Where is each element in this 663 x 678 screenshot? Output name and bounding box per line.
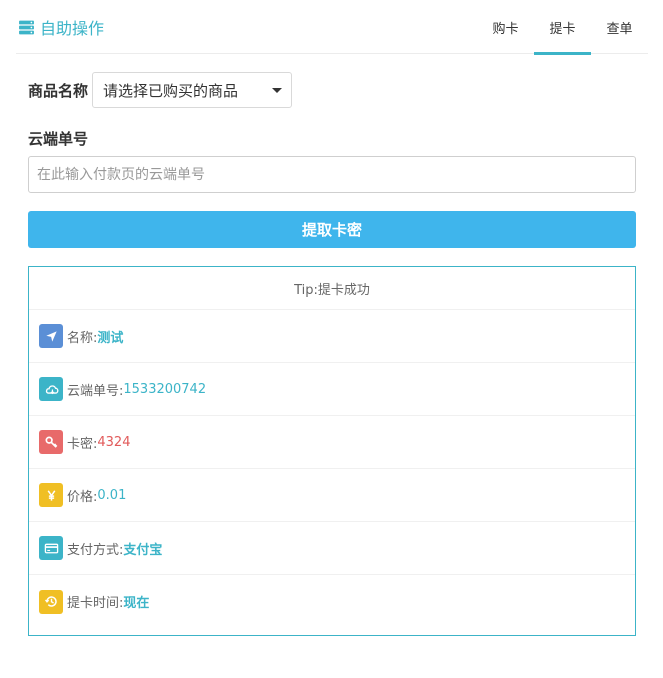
result-key: 卡密: (67, 436, 98, 452)
fetch-card-button[interactable]: 提取卡密 (28, 211, 636, 248)
result-key: 云端单号: (67, 383, 124, 399)
caret-down-icon (272, 88, 283, 93)
result-item-order: 云端单号: 1533200742 (29, 363, 635, 416)
result-item-secret: 卡密: 4324 (29, 416, 635, 469)
key-icon (39, 430, 63, 454)
result-value: 1533200742 (123, 381, 207, 397)
brand-title: 自助操作 (40, 19, 105, 38)
header-bar: 自助操作 购卡 提卡 查单 (16, 0, 648, 55)
product-select-value: 请选择已购买的商品 (103, 81, 239, 100)
nav-tabs: 购卡 提卡 查单 (477, 0, 648, 55)
tab-label: 提卡 (549, 21, 576, 37)
product-select[interactable]: 请选择已购买的商品 (92, 72, 293, 108)
product-row: 商品名称 请选择已购买的商品 (28, 72, 293, 108)
result-value: 0.01 (97, 487, 127, 503)
result-key: 名称: (67, 330, 98, 346)
tab-query-order[interactable]: 查单 (591, 0, 648, 54)
location-arrow-icon (39, 324, 63, 348)
tab-buy-card[interactable]: 购卡 (477, 0, 534, 54)
result-key: 价格: (67, 489, 98, 505)
cloud-download-icon (39, 377, 63, 401)
result-item-time: 提卡时间: 现在 (29, 575, 635, 628)
result-key: 支付方式: (67, 542, 124, 558)
order-label: 云端单号 (28, 130, 89, 148)
result-value: 现在 (123, 596, 150, 611)
history-icon (39, 589, 63, 614)
server-list-icon (18, 19, 35, 36)
tab-fetch-card[interactable]: 提卡 (534, 0, 591, 55)
result-key: 提卡时间: (67, 596, 124, 611)
tab-label: 购卡 (492, 21, 519, 37)
yen-icon (39, 483, 63, 507)
product-label: 商品名称 (28, 81, 89, 100)
result-value: 支付宝 (123, 542, 163, 558)
order-number-input[interactable] (28, 156, 636, 193)
result-tip: Tip:提卡成功 (29, 267, 635, 310)
result-item-price: 价格: 0.01 (29, 469, 635, 522)
result-value: 4324 (97, 434, 131, 450)
result-value: 测试 (97, 330, 124, 346)
result-item-name: 名称: 测试 (29, 310, 635, 363)
result-item-payment: 支付方式: 支付宝 (29, 522, 635, 575)
credit-card-icon (39, 536, 63, 560)
result-panel: Tip:提卡成功 名称: 测试 云端单号: 1533200742 卡密: 432… (28, 266, 636, 636)
brand[interactable]: 自助操作 (18, 15, 104, 39)
tab-label: 查单 (606, 21, 633, 37)
